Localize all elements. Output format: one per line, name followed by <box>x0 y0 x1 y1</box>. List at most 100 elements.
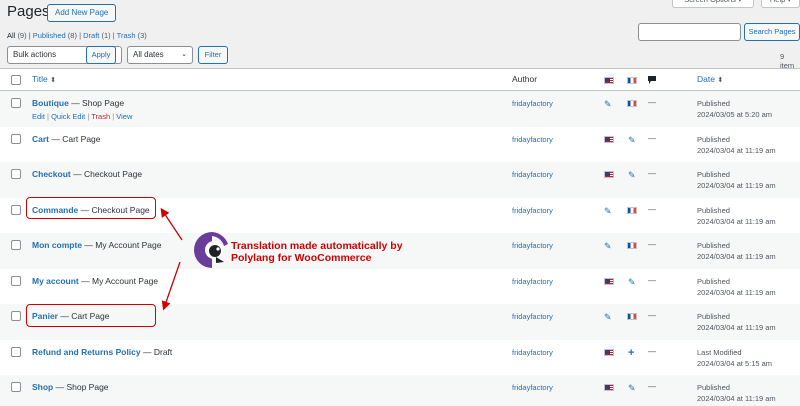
date-cell: Last Modified 2024/03/04 at 5:15 am <box>697 347 772 369</box>
page-title-link[interactable]: Mon compte <box>32 240 82 250</box>
date-value: 2024/03/04 at 11:19 am <box>697 252 776 261</box>
fr-flag-icon[interactable] <box>627 206 637 214</box>
apply-button[interactable]: Apply <box>86 46 116 64</box>
page-header: Pages Add New Page Screen Options ▾ Help… <box>0 0 800 70</box>
pencil-icon[interactable]: ✎ <box>604 313 612 322</box>
edit-link[interactable]: Edit <box>32 112 45 121</box>
us-flag-icon[interactable] <box>604 171 614 178</box>
date-filter-value: All dates <box>133 50 164 59</box>
row-checkbox[interactable] <box>11 382 21 392</box>
us-flag-icon <box>604 77 614 84</box>
page-state: — Shop Page <box>53 382 109 392</box>
no-comments-dash: — <box>648 382 656 391</box>
date-status: Published <box>697 383 730 392</box>
chevron-down-icon: ⌄ <box>181 51 187 58</box>
pencil-icon[interactable]: ✎ <box>628 171 636 180</box>
pencil-icon[interactable]: ✎ <box>604 242 612 251</box>
date-status: Published <box>697 134 730 144</box>
page-state: — Checkout Page <box>70 169 143 179</box>
author-link[interactable]: fridayfactory <box>512 206 553 215</box>
author-column-header: Author <box>512 74 538 84</box>
author-link[interactable]: fridayfactory <box>512 383 553 392</box>
row-title: Boutique — Shop Page <box>32 98 124 108</box>
fr-flag-icon[interactable] <box>627 100 637 107</box>
page-title-link[interactable]: My account <box>32 276 79 286</box>
filter-separator: | <box>79 31 82 40</box>
author-link[interactable]: fridayfactory <box>512 312 553 321</box>
comments-icon <box>648 76 656 84</box>
table-row: Shop — Shop Page fridayfactory ✎ — Publi… <box>0 375 800 406</box>
title-column-header[interactable]: Title ⬍ <box>32 74 56 84</box>
author-link[interactable]: fridayfactory <box>512 241 553 250</box>
filter-all[interactable]: All <box>7 31 15 40</box>
trash-link[interactable]: Trash <box>91 112 110 121</box>
quick-edit-link[interactable]: Quick Edit <box>51 112 85 121</box>
filter-all-count: (9) <box>17 31 27 40</box>
date-status: Last Modified <box>697 347 742 357</box>
pencil-icon[interactable]: ✎ <box>628 135 636 145</box>
pencil-icon[interactable]: ✎ <box>628 384 636 393</box>
highlight-box-commande <box>26 197 156 219</box>
screen-options-button[interactable]: Screen Options ▾ <box>672 0 754 8</box>
date-cell: Published 2024/03/04 at 11:19 am <box>697 311 776 333</box>
date-column-header[interactable]: Date ⬍ <box>697 74 723 84</box>
date-cell: Published 2024/03/04 at 11:19 am <box>697 169 776 191</box>
filter-draft[interactable]: Draft <box>83 31 99 40</box>
filter-separator: | <box>28 31 31 40</box>
filter-button[interactable]: Filter <box>198 46 228 64</box>
no-comments-dash: — <box>648 346 656 356</box>
us-flag-icon[interactable] <box>604 135 614 143</box>
pencil-icon[interactable]: ✎ <box>604 100 612 109</box>
date-status: Published <box>697 99 730 108</box>
date-status: Published <box>697 241 730 250</box>
search-pages-button[interactable]: Search Pages <box>744 23 800 41</box>
sort-icon: ⬍ <box>50 77 56 84</box>
row-checkbox[interactable] <box>11 346 21 357</box>
date-filter-select[interactable]: All dates ⌄ <box>127 46 193 64</box>
us-flag-icon[interactable] <box>604 348 614 356</box>
page-title-link[interactable]: Checkout <box>32 169 71 179</box>
author-link[interactable]: fridayfactory <box>512 170 553 179</box>
fr-flag-icon[interactable] <box>627 242 637 249</box>
page-title-link[interactable]: Cart <box>32 134 49 144</box>
date-value: 2024/03/04 at 11:19 am <box>697 287 776 297</box>
row-checkbox[interactable] <box>11 275 21 286</box>
pencil-icon[interactable]: ✎ <box>628 277 636 287</box>
row-checkbox[interactable] <box>11 240 21 250</box>
row-checkbox[interactable] <box>11 311 21 321</box>
date-value: 2024/03/04 at 11:19 am <box>697 181 776 190</box>
row-checkbox[interactable] <box>11 204 21 215</box>
author-link[interactable]: fridayfactory <box>512 99 553 108</box>
pencil-icon[interactable]: ✎ <box>604 206 612 216</box>
row-checkbox[interactable] <box>11 169 21 179</box>
no-comments-dash: — <box>648 133 656 143</box>
fr-flag-icon[interactable] <box>627 313 637 320</box>
row-title: Checkout — Checkout Page <box>32 169 142 179</box>
add-new-page-button[interactable]: Add New Page <box>47 4 117 22</box>
author-link[interactable]: fridayfactory <box>512 348 553 357</box>
us-flag-icon[interactable] <box>604 277 614 285</box>
author-link[interactable]: fridayfactory <box>512 277 553 286</box>
row-checkbox[interactable] <box>11 98 21 108</box>
page-title-link[interactable]: Shop <box>32 382 53 392</box>
page-title-link[interactable]: Boutique <box>32 98 69 108</box>
add-translation-icon[interactable]: + <box>628 347 634 358</box>
date-value: 2024/03/04 at 11:19 am <box>697 394 776 403</box>
help-button[interactable]: Help ▾ <box>761 0 800 8</box>
page-title-link[interactable]: Refund and Returns Policy <box>32 347 141 357</box>
date-cell: Published 2024/03/04 at 11:19 am <box>697 205 776 227</box>
row-checkbox[interactable] <box>11 133 21 144</box>
annotation-line-2: Polylang for WooCommerce <box>231 252 372 264</box>
page-state: — Draft <box>140 346 173 357</box>
filter-trash[interactable]: Trash <box>117 31 136 40</box>
us-flag-icon[interactable] <box>604 384 614 391</box>
select-all-checkbox[interactable] <box>11 75 21 85</box>
filter-published[interactable]: Published <box>33 31 66 40</box>
view-link[interactable]: View <box>116 112 132 121</box>
fr-flag-icon <box>627 77 637 84</box>
row-title: Shop — Shop Page <box>32 382 109 392</box>
search-input[interactable] <box>638 23 741 41</box>
filter-published-count: (8) <box>67 31 77 40</box>
author-link[interactable]: fridayfactory <box>512 135 553 144</box>
filter-trash-count: (3) <box>137 31 147 40</box>
